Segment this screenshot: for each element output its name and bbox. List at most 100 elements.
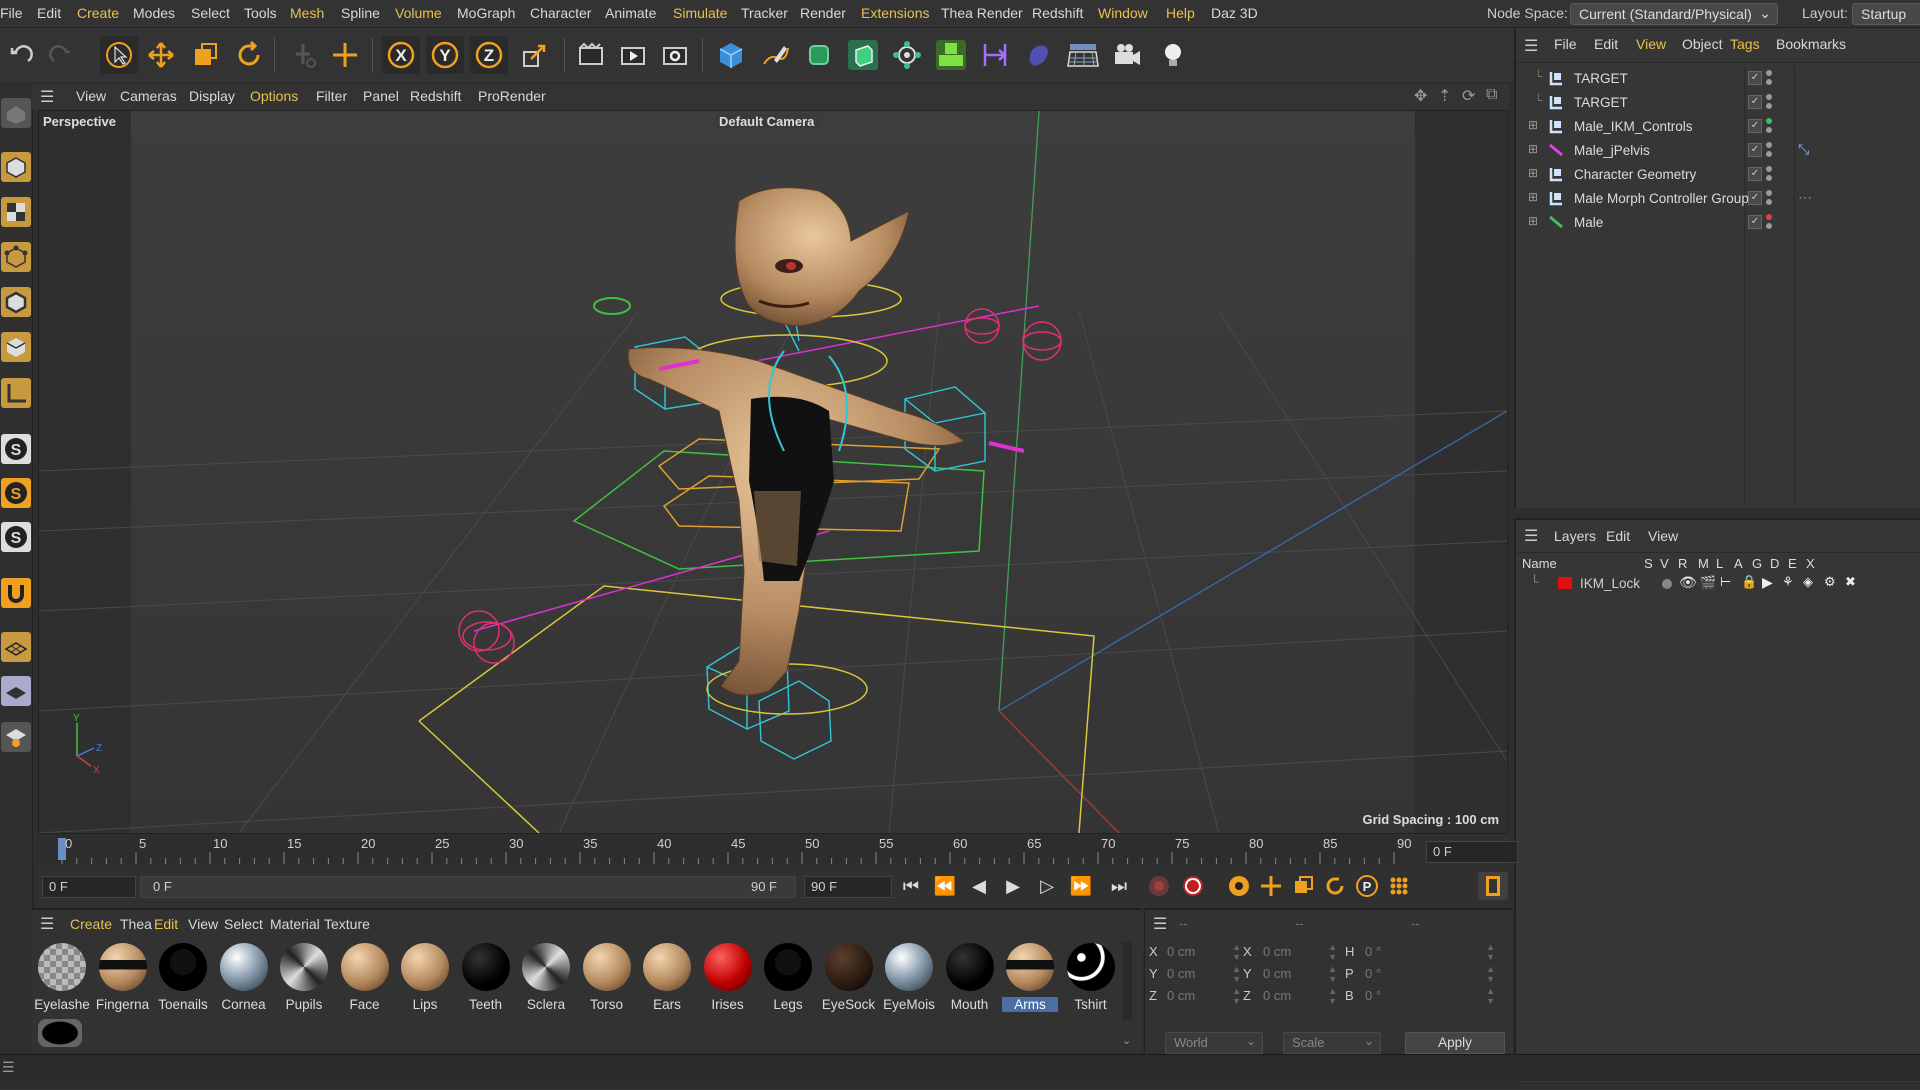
play-forward-icon[interactable]: ▶: [998, 872, 1028, 900]
material-name[interactable]: Fingerna: [95, 997, 151, 1012]
viewport-menu-prorender[interactable]: ProRender: [478, 88, 546, 104]
subdivision-surface-icon[interactable]: [800, 36, 838, 74]
field-object-icon[interactable]: [1020, 36, 1058, 74]
hamburger-menu-icon[interactable]: ☰: [1524, 526, 1538, 546]
menu-simulate[interactable]: Simulate: [673, 5, 727, 21]
coord-value-field[interactable]: 0 cm ▲ ▼: [1257, 964, 1341, 984]
menu-tracker[interactable]: Tracker: [741, 5, 788, 21]
redo-icon[interactable]: [42, 36, 80, 74]
morph-tag-icon[interactable]: ⋯: [1798, 189, 1812, 206]
render-visibility-dot[interactable]: [1766, 103, 1772, 109]
object-row[interactable]: ⊞ Male_IKM_Controls ✓: [1528, 116, 1918, 138]
menu-window[interactable]: Window: [1098, 5, 1148, 21]
layer-column-m[interactable]: M: [1698, 556, 1709, 571]
object-menu-file[interactable]: File: [1554, 36, 1577, 52]
spinner-arrows-icon[interactable]: ▲ ▼: [1486, 964, 1495, 984]
recent-tools-icon[interactable]: [284, 36, 322, 74]
material-swatch[interactable]: Face: [337, 940, 393, 1014]
material-swatch[interactable]: Torso: [579, 940, 635, 1014]
layer-column-l[interactable]: L: [1716, 556, 1723, 571]
layer-menu-edit[interactable]: Edit: [1606, 528, 1630, 544]
goto-previous-key-icon[interactable]: ⏪: [930, 872, 960, 900]
perspective-viewport[interactable]: Y Z X Perspective Default Camera Grid Sp…: [38, 110, 1508, 834]
material-menu-thea[interactable]: Thea: [120, 916, 152, 932]
deformer-bend-icon[interactable]: [976, 36, 1014, 74]
undo-icon[interactable]: [2, 36, 40, 74]
viewport-menu-redshift[interactable]: Redshift: [410, 88, 461, 104]
material-swatch[interactable]: Ears: [639, 940, 695, 1014]
enabled-check-icon[interactable]: ✓: [1748, 191, 1762, 205]
coord-value-field[interactable]: 0 ° ▲ ▼: [1359, 986, 1499, 1006]
locked-workplane-icon[interactable]: [1, 676, 31, 706]
material-menu-select[interactable]: Select: [224, 916, 263, 932]
cube-primitive-icon[interactable]: [712, 36, 750, 74]
step-back-icon[interactable]: ◀: [964, 872, 994, 900]
generators-icon[interactable]: ⚘: [1782, 574, 1794, 590]
key-scale-icon[interactable]: [1288, 872, 1318, 900]
points-mode-icon[interactable]: [1, 242, 31, 272]
material-name[interactable]: Lips: [397, 997, 453, 1012]
hamburger-menu-icon[interactable]: ☰: [40, 914, 54, 934]
workplane-icon[interactable]: [1, 632, 31, 662]
spinner-arrows-icon[interactable]: ▲ ▼: [1232, 964, 1241, 984]
z-axis-lock-icon[interactable]: Z: [470, 36, 508, 74]
tweak-magnet-icon[interactable]: [1, 578, 31, 608]
scale-tool-icon[interactable]: [186, 36, 224, 74]
dolly-view-icon[interactable]: ⇡: [1438, 86, 1451, 106]
material-swatch[interactable]: Cornea: [216, 940, 272, 1014]
spinner-arrows-icon[interactable]: ▲ ▼: [1232, 986, 1241, 1006]
extrude-generator-icon[interactable]: [844, 36, 882, 74]
spinner-arrows-icon[interactable]: ▲ ▼: [1486, 986, 1495, 1006]
coord-value-field[interactable]: 0 cm ▲ ▼: [1161, 986, 1245, 1006]
polygons-mode-icon[interactable]: [1, 332, 31, 362]
toggle-layout-icon[interactable]: ⧉: [1486, 86, 1497, 104]
select-tool-icon[interactable]: [100, 36, 138, 74]
object-menu-object[interactable]: Object: [1682, 36, 1722, 52]
layer-column-a[interactable]: A: [1734, 556, 1743, 571]
end-frame-field[interactable]: 90 F: [804, 876, 892, 898]
material-swatch[interactable]: Tshirt: [1063, 940, 1119, 1014]
menu-tools[interactable]: Tools: [244, 5, 277, 21]
expand-icon[interactable]: ⊞: [1528, 166, 1538, 180]
menu-animate[interactable]: Animate: [605, 5, 656, 21]
texture-mode-icon[interactable]: [1, 197, 31, 227]
material-name[interactable]: Sclera: [518, 997, 574, 1012]
planar-workplane-icon[interactable]: [1, 722, 31, 752]
goto-end-icon[interactable]: ⏭: [1104, 872, 1134, 900]
hamburger-menu-icon[interactable]: ☰: [40, 87, 54, 107]
node-space-dropdown[interactable]: Current (Standard/Physical) ⌄: [1570, 3, 1778, 25]
size-mode-dropdown[interactable]: Scale ⌄: [1283, 1032, 1381, 1054]
editor-visibility-dot[interactable]: [1766, 142, 1772, 148]
render-visibility-dot[interactable]: [1766, 79, 1772, 85]
layer-column-e[interactable]: E: [1788, 556, 1797, 571]
object-name[interactable]: Character Geometry: [1574, 167, 1696, 182]
editor-visibility-dot[interactable]: [1766, 190, 1772, 196]
material-name[interactable]: EyeMois: [881, 997, 937, 1012]
material-name[interactable]: Irises: [700, 997, 756, 1012]
object-menu-view[interactable]: View: [1636, 36, 1666, 52]
viewport-menu-options[interactable]: Options: [250, 88, 298, 104]
coord-value-field[interactable]: 0 cm ▲ ▼: [1257, 942, 1341, 962]
enabled-check-icon[interactable]: ✓: [1748, 143, 1762, 157]
pen-spline-icon[interactable]: [756, 36, 794, 74]
manager-hierarchy-icon[interactable]: ⊢: [1720, 574, 1731, 590]
material-menu-create[interactable]: Create: [70, 916, 112, 932]
material-name[interactable]: Eyelashe: [34, 997, 90, 1012]
key-rotation-icon[interactable]: [1320, 872, 1350, 900]
material-swatch[interactable]: Sclera: [518, 940, 574, 1014]
quantize-snap-icon[interactable]: S: [1, 522, 31, 552]
layer-color-swatch[interactable]: [1558, 577, 1572, 589]
object-row[interactable]: ⊞ Male Morph Controller Group ✓ ⋯: [1528, 188, 1918, 210]
material-swatch[interactable]: EyeMois: [881, 940, 937, 1014]
material-name[interactable]: Teeth: [458, 997, 514, 1012]
editor-visibility-dot[interactable]: [1766, 166, 1772, 172]
render-view-icon[interactable]: [614, 36, 652, 74]
editor-visibility-dot[interactable]: [1766, 94, 1772, 100]
object-name[interactable]: TARGET: [1574, 71, 1628, 86]
coord-value-field[interactable]: 0 cm ▲ ▼: [1161, 942, 1245, 962]
snap-enable-icon[interactable]: S: [1, 434, 31, 464]
material-swatch[interactable]: Fingerna: [95, 940, 151, 1014]
menu-redshift[interactable]: Redshift: [1032, 5, 1083, 21]
material-name[interactable]: Face: [337, 997, 393, 1012]
layer-column-r[interactable]: R: [1678, 556, 1687, 571]
